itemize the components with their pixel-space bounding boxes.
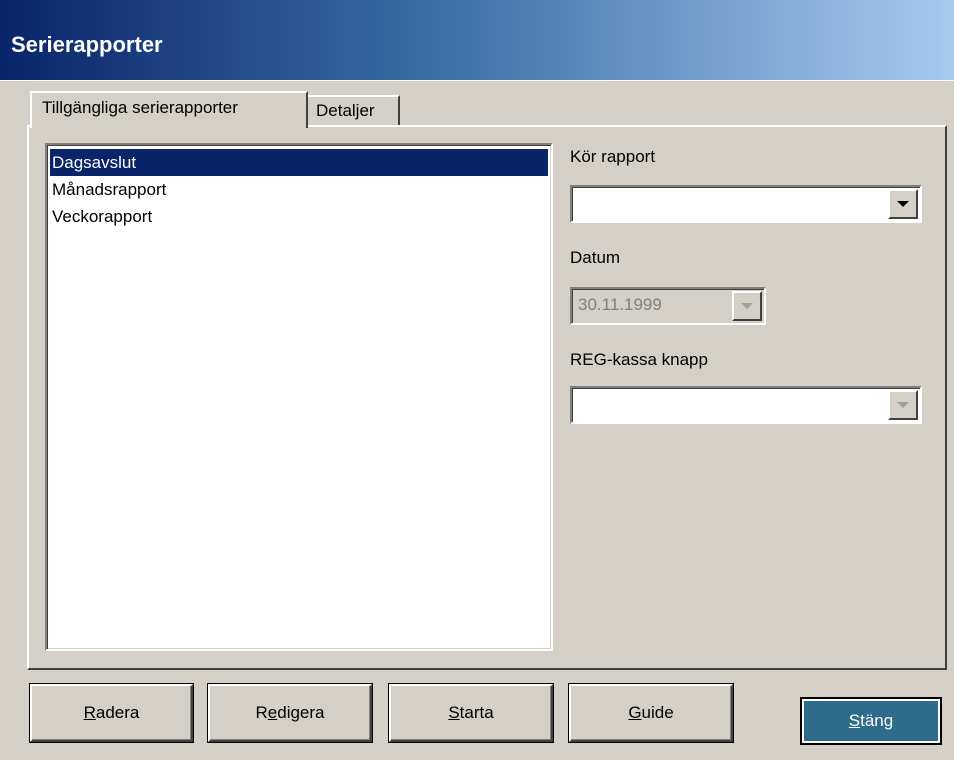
date-value: 30.11.1999 xyxy=(578,295,662,314)
list-item-veckorapport[interactable]: Veckorapport xyxy=(50,203,548,230)
delete-accel: R xyxy=(83,703,96,722)
chevron-down-icon xyxy=(897,402,909,408)
guide-accel: G xyxy=(628,703,642,722)
date-picker[interactable]: 30.11.1999 xyxy=(570,287,766,325)
run-report-combobox[interactable] xyxy=(570,185,922,223)
date-dropdown-button[interactable] xyxy=(732,291,762,321)
guide-label: uide xyxy=(641,703,674,722)
run-report-dropdown-button[interactable] xyxy=(888,189,918,219)
edit-label-start: R xyxy=(255,703,268,722)
edit-accel: e xyxy=(267,703,278,722)
list-item-dagsavslut[interactable]: Dagsavslut xyxy=(50,149,548,176)
run-report-label: Kör rapport xyxy=(570,147,656,166)
start-accel: S xyxy=(448,703,460,722)
reg-button-label: REG-kassa knapp xyxy=(570,350,708,369)
start-label: tarta xyxy=(459,703,494,722)
close-label: täng xyxy=(860,711,894,730)
delete-button[interactable]: Radera xyxy=(30,684,193,742)
title-bar[interactable]: Serierapporter xyxy=(0,0,954,81)
window-title: Serierapporter xyxy=(11,32,163,57)
reg-button-dropdown-button[interactable] xyxy=(888,390,918,420)
start-button[interactable]: Starta xyxy=(389,684,553,742)
chevron-down-icon xyxy=(741,303,753,309)
close-accel: S xyxy=(848,711,861,730)
guide-button[interactable]: Guide xyxy=(569,684,733,742)
tab-panel: Dagsavslut Månadsrapport Veckorapport Kö… xyxy=(27,125,947,670)
report-listbox[interactable]: Dagsavslut Månadsrapport Veckorapport xyxy=(45,143,553,651)
serierapporter-window: Serierapporter Tillgängliga serierapport… xyxy=(0,0,954,760)
edit-button[interactable]: Re digera xyxy=(208,684,372,742)
list-item-manadsrapport[interactable]: Månadsrapport xyxy=(50,176,548,203)
tab-available-reports[interactable]: Tillgängliga serierapporter xyxy=(30,91,308,128)
chevron-down-icon xyxy=(897,201,909,207)
date-label: Datum xyxy=(570,248,621,267)
tab-details[interactable]: Detaljer xyxy=(306,95,400,125)
edit-label: digera xyxy=(277,703,325,722)
delete-label: adera xyxy=(95,703,140,722)
reg-button-combobox[interactable] xyxy=(570,386,922,424)
close-button[interactable]: Stäng xyxy=(800,697,942,745)
